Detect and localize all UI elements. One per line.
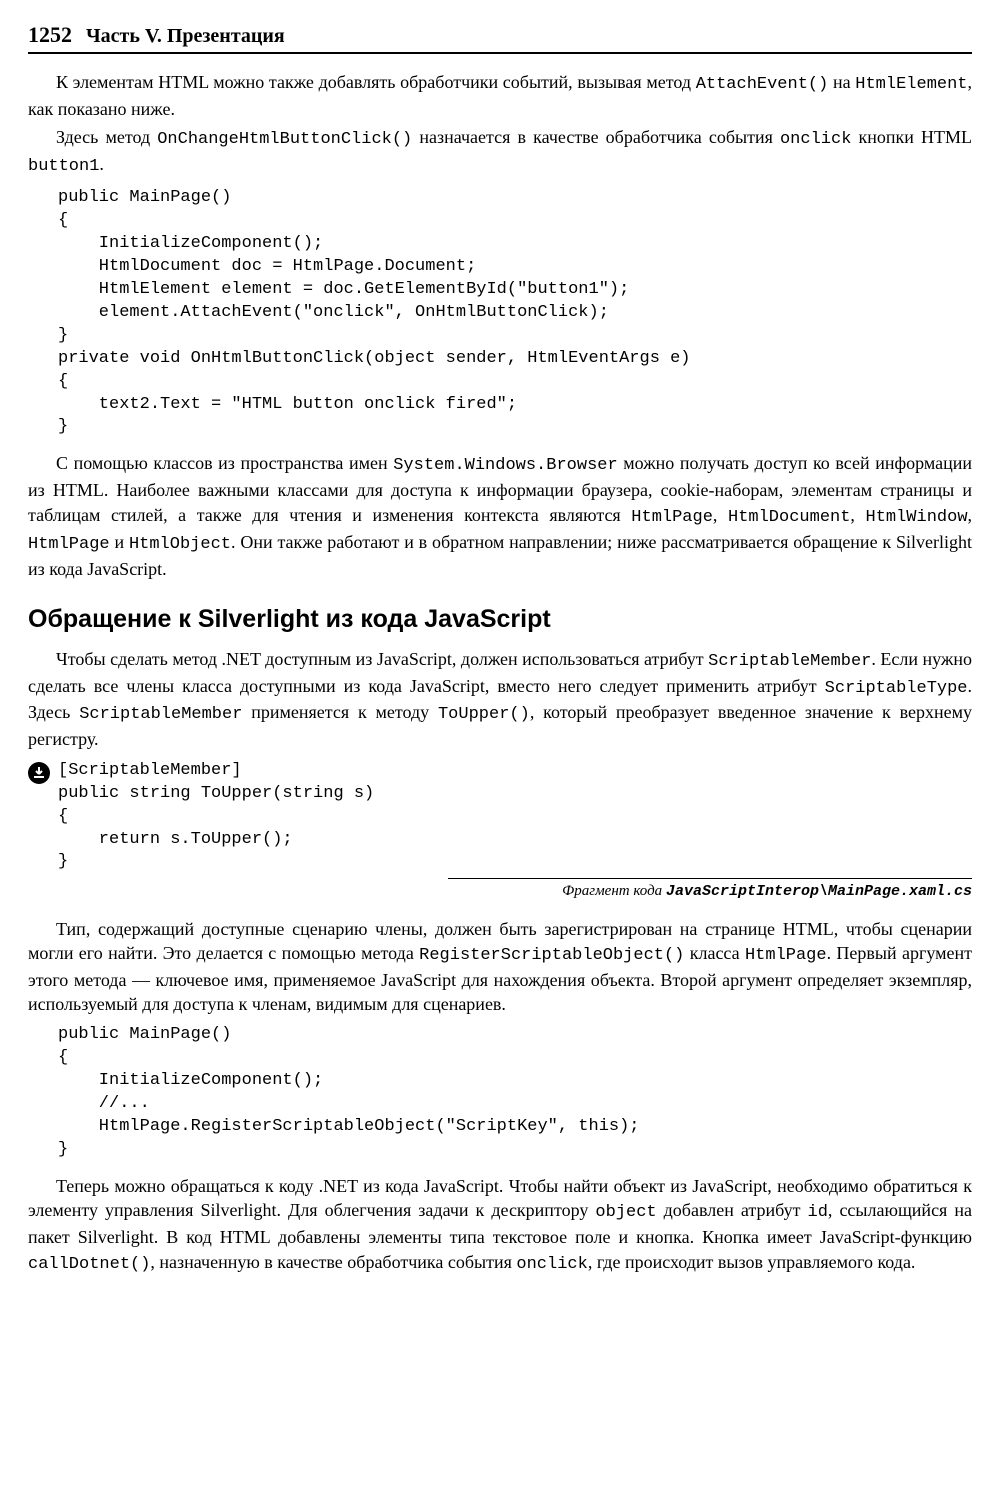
download-icon	[28, 762, 50, 784]
code-inline: HtmlPage	[28, 535, 110, 554]
code-inline: HtmlPage	[745, 946, 827, 965]
paragraph-1: К элементам HTML можно также добавлять о…	[28, 70, 972, 121]
code-inline: OnChangeHtmlButtonClick()	[157, 130, 412, 149]
paragraph-3: С помощью классов из пространства имен S…	[28, 451, 972, 580]
code-inline: ScriptableMember	[708, 652, 871, 671]
code-block-1: public MainPage() { InitializeComponent(…	[58, 187, 972, 439]
code-inline: HtmlObject	[129, 535, 231, 554]
code-inline: ToUpper()	[438, 705, 530, 724]
chapter-title: Часть V. Презентация	[86, 23, 285, 50]
code-snippet-caption: Фрагмент кода JavaScriptInterop\MainPage…	[448, 878, 972, 902]
paragraph-4: Чтобы сделать метод .NET доступным из Ja…	[28, 647, 972, 752]
code-inline: HtmlPage	[631, 508, 713, 527]
code-snippet-path: JavaScriptInterop\MainPage.xaml.cs	[666, 883, 972, 900]
paragraph-2: Здесь метод OnChangeHtmlButtonClick() на…	[28, 125, 972, 179]
code-inline: onclick	[780, 130, 851, 149]
code-block-3: public MainPage() { InitializeComponent(…	[58, 1024, 972, 1162]
paragraph-5: Тип, содержащий доступные сценарию члены…	[28, 917, 972, 1017]
code-inline: ScriptableType	[825, 679, 968, 698]
paragraph-6: Теперь можно обращаться к коду .NET из к…	[28, 1174, 972, 1276]
code-inline: System.Windows.Browser	[393, 456, 617, 475]
code-inline: HtmlElement	[855, 75, 967, 94]
code-inline: HtmlDocument	[728, 508, 850, 527]
code-inline: button1	[28, 157, 99, 176]
page-number: 1252	[28, 20, 72, 50]
code-inline: HtmlWindow	[866, 508, 968, 527]
code-inline: id	[808, 1203, 828, 1222]
code-inline: callDotnet()	[28, 1255, 150, 1274]
section-heading: Обращение к Silverlight из кода JavaScri…	[28, 603, 972, 637]
code-inline: object	[595, 1203, 656, 1222]
code-inline: onclick	[516, 1255, 587, 1274]
code-block-with-download: [ScriptableMember] public string ToUpper…	[58, 760, 972, 875]
code-block-2: [ScriptableMember] public string ToUpper…	[58, 760, 972, 875]
code-inline: ScriptableMember	[79, 705, 242, 724]
code-inline: RegisterScriptableObject()	[419, 946, 684, 965]
code-inline: AttachEvent()	[696, 75, 829, 94]
page-header: 1252 Часть V. Презентация	[28, 20, 972, 54]
